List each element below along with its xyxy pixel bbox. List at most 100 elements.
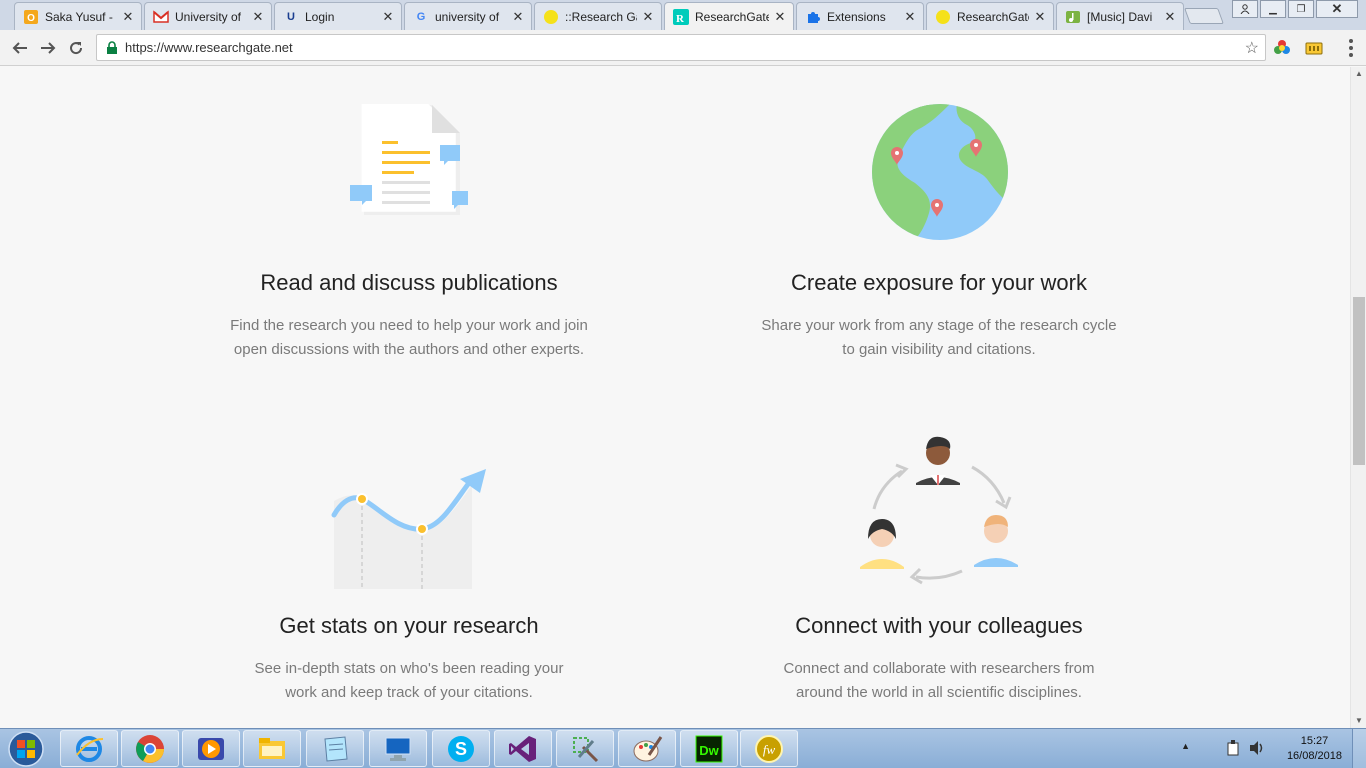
taskbar-clock[interactable]: 15:27 16/08/2018 [1287, 734, 1342, 764]
page-scrollbar[interactable]: ▲ ▼ [1350, 67, 1366, 728]
taskbar-chrome[interactable] [121, 730, 179, 767]
close-icon[interactable]: ✕ [1163, 9, 1177, 25]
windows-taskbar: S Dw fw ▲ 15:27 16/08/2018 [0, 728, 1366, 768]
paint-icon [633, 735, 663, 761]
notepad-icon [324, 735, 348, 762]
taskbar-dreamweaver[interactable]: Dw [680, 730, 738, 767]
browser-toolbar: https://www.researchgate.net ☆ [0, 30, 1366, 66]
show-hidden-icons-icon[interactable]: ▲ [1181, 741, 1190, 751]
app-icon: fw [755, 734, 783, 763]
close-icon[interactable]: ✕ [121, 9, 135, 25]
toolbox-icon [573, 736, 599, 762]
taskbar-paint[interactable] [618, 730, 676, 767]
taskbar-remote-desktop[interactable] [369, 730, 427, 767]
tab-title: [Music] Davi [1087, 9, 1153, 24]
tab-title: university of [435, 9, 500, 24]
clock-date: 16/08/2018 [1286, 750, 1342, 762]
volume-icon[interactable] [1248, 740, 1266, 761]
color-extension-icon[interactable] [1272, 38, 1292, 58]
close-icon[interactable]: ✕ [1033, 9, 1047, 25]
bookmark-star-icon[interactable]: ☆ [1245, 38, 1259, 58]
feature-title: Get stats on your research [279, 613, 539, 638]
taskbar-file-explorer[interactable] [243, 730, 301, 767]
internet-explorer-icon [76, 735, 104, 762]
minimize-button[interactable]: ▁ [1260, 0, 1286, 18]
tab-university-of[interactable]: University of ✕ [144, 2, 272, 30]
scrollbar-thumb[interactable] [1353, 297, 1365, 465]
tab-title: ResearchGate [695, 10, 769, 24]
windows-logo-icon [8, 731, 44, 767]
restore-button[interactable]: ❐ [1288, 0, 1314, 18]
svg-text:fw: fw [763, 742, 776, 757]
start-button[interactable] [4, 730, 48, 768]
tab-researchgate-active[interactable]: R ResearchGate ✕ [664, 2, 794, 31]
reload-button[interactable] [64, 36, 88, 60]
close-icon[interactable]: ✕ [511, 9, 525, 25]
music-icon [1065, 9, 1081, 25]
feature-description: Connect and collaborate with researchers… [783, 660, 1095, 701]
feature-description: See in-depth stats on who's been reading… [254, 660, 564, 701]
chrome-icon [136, 734, 164, 763]
browser-tabstrip: O Saka Yusuf - ✕ University of ✕ U Login… [0, 0, 1366, 31]
close-window-button[interactable]: ✕ [1316, 0, 1358, 18]
svg-text:Dw: Dw [699, 743, 719, 758]
forward-button[interactable] [36, 36, 60, 60]
network-icon[interactable] [1226, 739, 1242, 762]
yellow-circle-icon [543, 9, 559, 25]
show-desktop-button[interactable] [1352, 729, 1366, 768]
back-arrow-icon [12, 42, 27, 54]
person-icon [916, 436, 960, 485]
scroll-up-arrow-icon[interactable]: ▲ [1351, 67, 1366, 81]
new-tab-button[interactable] [1184, 8, 1224, 24]
close-icon[interactable]: ✕ [773, 9, 787, 25]
tab-title: University of [175, 9, 242, 24]
remote-desktop-icon [385, 737, 411, 761]
google-icon: G [416, 10, 426, 23]
taskbar-app[interactable]: fw [740, 730, 798, 767]
outlook-icon: O [23, 9, 39, 25]
skype-icon: S [448, 735, 474, 762]
back-button[interactable] [8, 36, 32, 60]
browser-menu-icon[interactable] [1348, 38, 1354, 58]
taskbar-internet-explorer[interactable] [60, 730, 118, 767]
profile-icon[interactable] [1232, 0, 1258, 18]
tab-researchgate-2[interactable]: ResearchGate ✕ [926, 2, 1054, 30]
lock-icon [105, 40, 119, 55]
tab-music[interactable]: [Music] Davi ✕ [1056, 2, 1184, 30]
visual-studio-icon [509, 735, 536, 762]
dreamweaver-icon: Dw [695, 735, 723, 762]
colleagues-icon [860, 436, 1018, 585]
media-player-icon [198, 737, 224, 760]
tab-saka-yusuf[interactable]: O Saka Yusuf - ✕ [14, 2, 142, 30]
publications-icon [350, 103, 468, 215]
tab-university-of-search[interactable]: G university of ✕ [404, 2, 532, 30]
tab-research-ga[interactable]: ::Research Ga ✕ [534, 2, 662, 30]
feature-read-discuss: Read and discuss publications Find the r… [199, 270, 619, 362]
scroll-down-arrow-icon[interactable]: ▼ [1351, 714, 1366, 728]
stats-chart-icon [331, 469, 486, 589]
taskbar-notepad[interactable] [306, 730, 364, 767]
globe-icon [872, 104, 1008, 240]
extension-icon[interactable] [1304, 38, 1324, 58]
close-icon[interactable]: ✕ [903, 9, 917, 25]
feature-connect-colleagues: Connect with your colleagues Connect and… [729, 613, 1149, 705]
feature-title: Read and discuss publications [260, 270, 558, 295]
taskbar-skype[interactable]: S [432, 730, 490, 767]
feature-get-stats: Get stats on your research See in-depth … [199, 613, 619, 705]
close-icon[interactable]: ✕ [381, 9, 395, 25]
tab-login[interactable]: U Login ✕ [274, 2, 402, 30]
gmail-icon [153, 9, 169, 25]
address-bar[interactable]: https://www.researchgate.net ☆ [96, 34, 1266, 61]
taskbar-toolbox[interactable] [556, 730, 614, 767]
screen: O Saka Yusuf - ✕ University of ✕ U Login… [0, 0, 1366, 768]
taskbar-media-player[interactable] [182, 730, 240, 767]
window-controls: ▁ ❐ ✕ [1232, 0, 1358, 18]
tab-extensions[interactable]: Extensions ✕ [796, 2, 924, 30]
puzzle-icon [805, 9, 821, 25]
close-icon[interactable]: ✕ [641, 9, 655, 25]
feature-title: Create exposure for your work [791, 270, 1087, 295]
file-explorer-icon [259, 737, 285, 759]
close-icon[interactable]: ✕ [251, 9, 265, 25]
feature-create-exposure: Create exposure for your work Share your… [729, 270, 1149, 362]
taskbar-visual-studio[interactable] [494, 730, 552, 767]
